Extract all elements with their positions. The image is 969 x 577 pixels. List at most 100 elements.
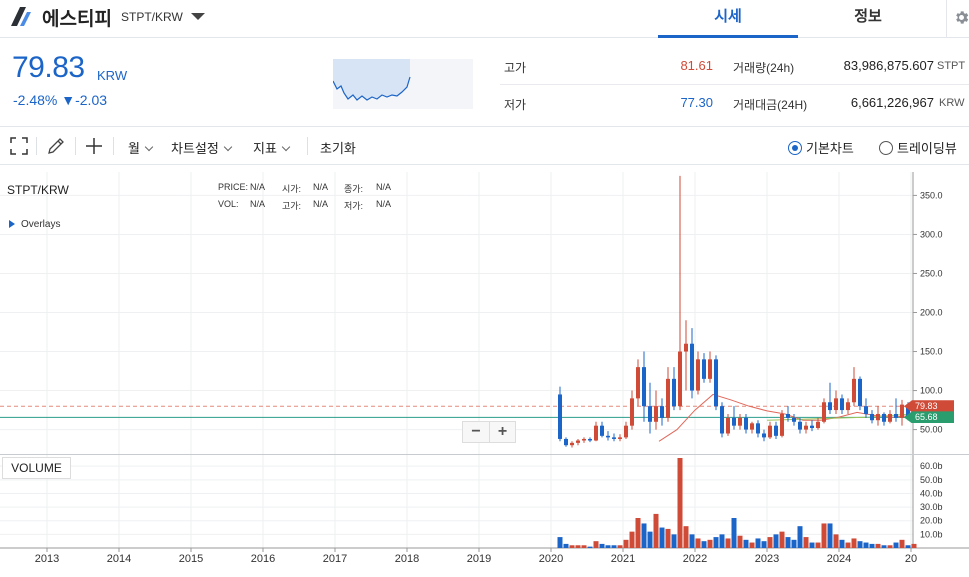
zoom-in-button[interactable]: + [489, 422, 515, 442]
x-axis-tick-label: 2022 [683, 553, 707, 565]
pencil-icon[interactable] [46, 136, 66, 156]
volume-24h-label: 거래량(24h) [733, 61, 795, 75]
volume-bar [611, 545, 617, 548]
candle-body [804, 425, 808, 430]
candle-body [636, 367, 640, 399]
coin-select-caret-icon[interactable] [191, 13, 205, 20]
candle-body [570, 442, 574, 446]
toolbar-divider [307, 137, 308, 155]
x-axis-tick-label: 20 [905, 553, 917, 565]
zoom-controls: − + [462, 421, 516, 443]
volume-bar [575, 545, 581, 548]
candle-body [786, 413, 790, 418]
candle-body [900, 404, 904, 418]
ohlc-vol-label: VOL: [218, 199, 239, 209]
volume-bar [845, 542, 851, 548]
candle-body [618, 437, 622, 439]
candle-body [876, 413, 880, 421]
x-axis-tick-label: 2013 [35, 553, 59, 565]
candle-body [744, 417, 748, 430]
coin-logo-icon [11, 7, 31, 26]
crosshair-icon[interactable] [84, 136, 104, 156]
candle-body [816, 421, 820, 429]
volume-bar [719, 534, 725, 548]
volume-bar [587, 546, 593, 548]
candle-body [774, 425, 778, 436]
y-axis-tick-label: 300.0 [920, 229, 943, 239]
volume-bar [881, 545, 887, 548]
volume-bar [857, 541, 863, 548]
toolbar-divider [75, 137, 76, 155]
volume-bar [671, 534, 677, 548]
candle-body [696, 359, 700, 391]
candle-body [720, 406, 724, 434]
price-unit: KRW [97, 68, 128, 83]
high-value: 81.61 [680, 58, 713, 73]
candle-body [864, 406, 868, 414]
x-axis-tick-label: 2021 [611, 553, 635, 565]
candle-body [630, 398, 634, 426]
volume-bar [647, 531, 653, 548]
ohlc-price-value: N/A [250, 182, 266, 192]
volume-bar [851, 538, 857, 548]
volume-bar [755, 538, 761, 548]
candle-body [642, 367, 646, 407]
ohlc-open-label: 시가: [282, 184, 302, 194]
volume-bar [761, 541, 767, 548]
basic-chart-radio[interactable]: 기본차트 [788, 138, 854, 157]
zoom-out-button[interactable]: − [463, 422, 489, 442]
tradingview-radio[interactable]: 트레이딩뷰 [879, 138, 957, 157]
indicators-dropdown[interactable]: 지표 [253, 138, 291, 157]
chevron-down-icon [281, 142, 291, 152]
y-axis-tick-label: 100.0 [920, 386, 943, 396]
candle-body [888, 413, 892, 422]
ma-price-tag: 65.68 [904, 411, 954, 424]
x-axis-tick-label: 2019 [467, 553, 491, 565]
price-change: -2.48% ▼-2.03 [13, 92, 108, 108]
tab-info[interactable]: 정보 [798, 0, 938, 38]
volume-bar [815, 542, 821, 548]
volume-bar [839, 539, 845, 548]
volume-bar [809, 542, 815, 548]
volume-bar [623, 539, 629, 548]
interval-dropdown[interactable]: 월 [128, 138, 154, 157]
tradingview-label: 트레이딩뷰 [897, 141, 957, 156]
candle-body [828, 402, 832, 411]
chart-settings-label: 차트설정 [171, 141, 219, 156]
volume-bar [863, 542, 869, 548]
low-value: 77.30 [680, 95, 713, 110]
candle-body [894, 413, 898, 418]
candle-body [726, 417, 730, 434]
settings-button[interactable] [946, 0, 969, 38]
candle-body [810, 425, 814, 429]
amount-24h-value: 6,661,226,967 [850, 95, 934, 110]
coin-pair: STPT/KRW [121, 10, 183, 24]
candle-body [606, 435, 610, 438]
candle-body [672, 378, 676, 407]
volume-bar [599, 543, 605, 548]
x-axis-tick-label: 2014 [107, 553, 131, 565]
volume-bar [905, 545, 911, 548]
chart-settings-dropdown[interactable]: 차트설정 [171, 138, 233, 157]
volume-bar [875, 543, 881, 548]
tab-quote[interactable]: 시세 [658, 0, 798, 38]
coin-name: 에스티피 [42, 9, 112, 30]
volume-axis-tick-label: 60.0b [920, 461, 943, 471]
price-chart[interactable]: 2201320142015201620172018201920202021202… [0, 166, 969, 577]
candle-body [684, 343, 688, 352]
amount-24h-unit: KRW [939, 97, 965, 109]
volume-bar [911, 543, 917, 548]
candle-body [594, 425, 598, 441]
volume-bar [833, 534, 839, 548]
reset-button[interactable]: 초기화 [320, 138, 356, 157]
volume-bar [569, 545, 575, 548]
overlays-toggle[interactable]: Overlays [9, 219, 60, 230]
volume-bar [767, 537, 773, 548]
candle-body [690, 343, 694, 391]
ohlc-vol-value: N/A [250, 199, 266, 209]
volume-bar [785, 537, 791, 548]
fullscreen-icon[interactable] [9, 136, 29, 156]
volume-bar [737, 535, 743, 548]
x-axis-tick-label: 2017 [323, 553, 347, 565]
chart-toolbar: 월 차트설정 지표 초기화 기본차트 트레이딩뷰 [0, 127, 969, 165]
